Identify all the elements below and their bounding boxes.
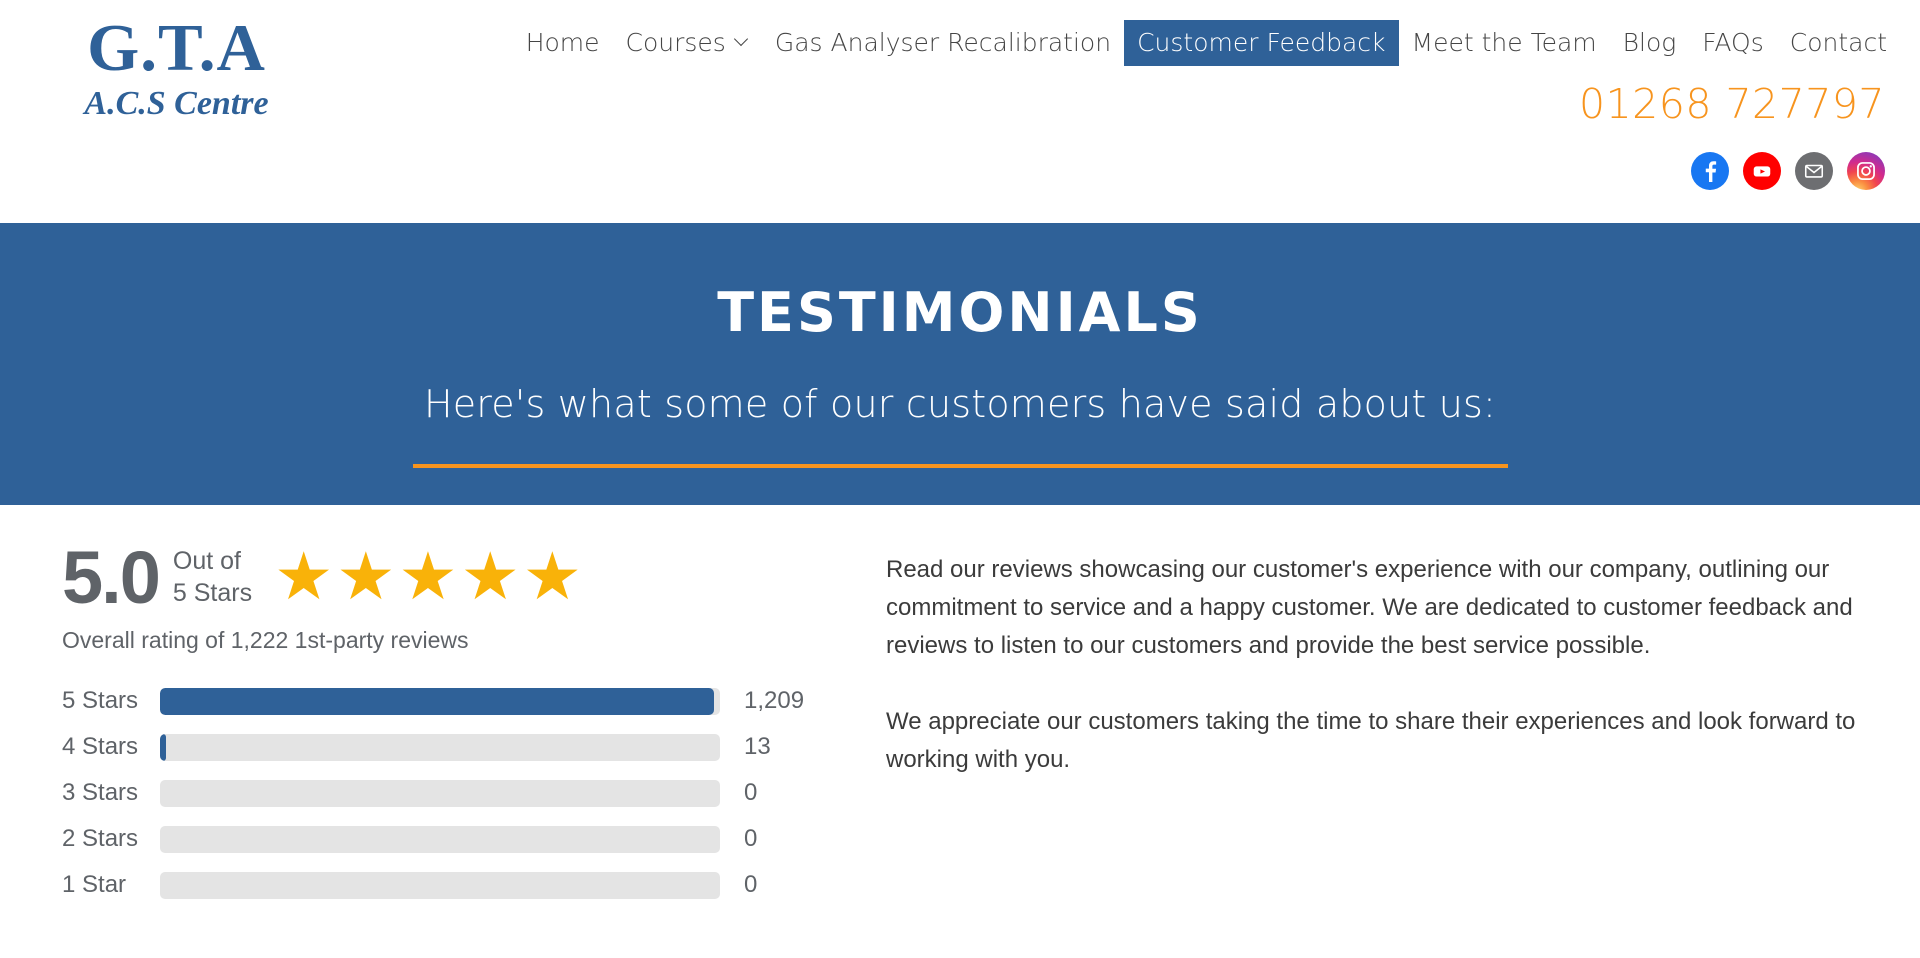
instagram-icon [1857,162,1875,180]
nav-item-home[interactable]: Home [513,20,613,66]
rating-bar-fill [160,687,715,715]
rating-bar-track [160,825,720,853]
nav-label: Home [525,28,600,57]
nav-item-courses[interactable]: Courses [613,20,762,66]
rating-bar-track [160,687,720,715]
star-icon: ★ [274,539,334,613]
rating-bar-row[interactable]: 1 Star 0 [62,862,862,908]
rating-bar-track [160,733,720,761]
logo-primary-text: G.T.A [87,11,266,85]
site-logo[interactable]: G.T.A A.C.S Centre [34,14,319,125]
logo-secondary-text: A.C.S Centre [84,85,269,123]
chevron-down-icon [736,34,749,47]
nav-item-gas-analyser-recalibration[interactable]: Gas Analyser Recalibration [762,20,1124,66]
star-icon: ★ [336,539,396,613]
intro-paragraph-2: We appreciate our customers taking the t… [886,708,1856,773]
hero-subtitle: Here's what some of our customers have s… [423,382,1497,426]
rating-caption: Overall rating of 1,222 1st-party review… [62,627,469,653]
rating-score: 5.0 [62,536,161,619]
nav-label: FAQs [1702,28,1764,57]
nav-label: Meet the Team [1411,28,1597,57]
social-links [1691,152,1885,190]
nav-label: Courses [625,28,726,57]
rating-summary-panel: 5.0 Out of 5 Stars ★ ★ ★ ★ ★ Overall rat… [62,541,862,908]
intro-paragraph-1: Read our reviews showcasing our customer… [886,556,1853,659]
facebook-link[interactable] [1691,152,1729,190]
hero-banner: TESTIMONIALS Here's what some of our cus… [0,223,1920,505]
facebook-icon [1705,161,1717,182]
rating-bar-count: 0 [744,871,758,898]
star-icon: ★ [398,539,458,613]
rating-bar-label: 4 Stars [62,733,139,760]
rating-bar-label: 2 Stars [62,825,139,852]
star-icon: ★ [460,539,520,613]
rating-out-of-line1: Out of [172,547,241,575]
rating-breakdown-chart: 5 Stars 1,209 4 Stars 13 3 Stars 0 2 Sta… [62,678,862,908]
rating-bar-count: 13 [744,733,771,760]
page-title: TESTIMONIALS [717,281,1203,344]
nav-item-meet-the-team[interactable]: Meet the Team [1399,20,1610,66]
rating-bar-label: 5 Stars [62,687,139,714]
rating-bar-count: 0 [744,825,758,852]
nav-item-blog[interactable]: Blog [1610,20,1690,66]
envelope-icon [1804,164,1824,178]
main-navigation: Home Courses Gas Analyser Recalibration … [513,20,1900,66]
rating-bar-label: 3 Stars [62,779,139,806]
nav-label: Gas Analyser Recalibration [774,28,1112,57]
rating-out-of-line2: 5 Stars [172,579,253,607]
rating-bar-count: 0 [744,779,758,806]
rating-bar-row[interactable]: 5 Stars 1,209 [62,678,862,724]
rating-out-of: Out of 5 Stars [173,545,252,609]
rating-bar-fill [160,733,166,761]
rating-bar-row[interactable]: 4 Stars 13 [62,724,862,770]
nav-label: Customer Feedback [1137,28,1386,57]
phone-number-link[interactable]: 01268 727797 [1579,80,1885,128]
rating-bar-row[interactable]: 2 Stars 0 [62,816,862,862]
intro-text-panel: Read our reviews showcasing our customer… [886,551,1876,779]
youtube-link[interactable] [1743,152,1781,190]
site-header: G.T.A A.C.S Centre Home Courses Gas Anal… [0,0,1920,223]
instagram-link[interactable] [1847,152,1885,190]
rating-bar-count: 1,209 [744,687,805,714]
star-icon: ★ [522,539,582,613]
nav-item-customer-feedback[interactable]: Customer Feedback [1124,20,1399,66]
nav-item-faqs[interactable]: FAQs [1689,20,1776,66]
main-content: 5.0 Out of 5 Stars ★ ★ ★ ★ ★ Overall rat… [0,505,1920,958]
email-link[interactable] [1795,152,1833,190]
rating-bar-track [160,779,720,807]
rating-bar-track [160,871,720,899]
nav-item-contact[interactable]: Contact [1777,20,1900,66]
hero-divider [412,464,1508,468]
star-rating: ★ ★ ★ ★ ★ [274,543,582,609]
rating-bar-row[interactable]: 3 Stars 0 [62,770,862,816]
nav-label: Contact [1789,28,1887,57]
rating-header: 5.0 Out of 5 Stars ★ ★ ★ ★ ★ [62,541,862,615]
nav-label: Blog [1622,28,1677,57]
youtube-icon [1753,166,1771,177]
rating-bar-label: 1 Star [62,871,127,898]
